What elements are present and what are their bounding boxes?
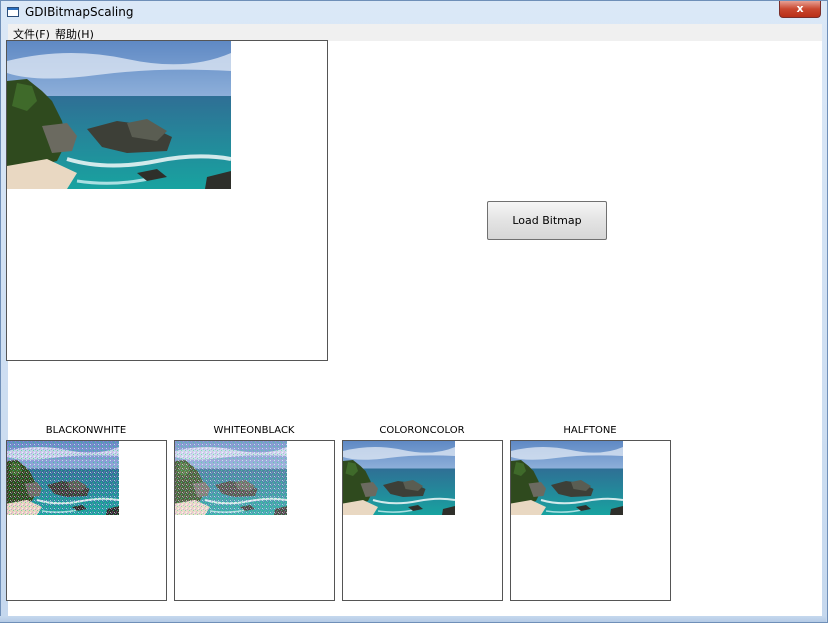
window-bottom-border [0, 616, 826, 622]
blackonwhite-bitmap [7, 441, 119, 515]
label-halftone: HALFTONE [563, 425, 617, 436]
original-bitmap-frame [6, 40, 328, 361]
close-icon: x [796, 2, 804, 15]
whiteonblack-frame [174, 440, 335, 601]
blackonwhite-frame [6, 440, 167, 601]
label-coloroncolor: COLORONCOLOR [379, 425, 465, 436]
whiteonblack-bitmap [175, 441, 287, 515]
label-blackonwhite: BLACKONWHITE [45, 425, 127, 436]
window-title: GDIBitmapScaling [25, 5, 134, 19]
coloroncolor-frame [342, 440, 503, 601]
window-icon [7, 7, 19, 17]
close-button[interactable]: x [779, 1, 821, 18]
coloroncolor-bitmap [343, 441, 455, 515]
title-bar[interactable]: GDIBitmapScaling x [1, 1, 827, 24]
load-bitmap-button[interactable]: Load Bitmap [487, 201, 607, 240]
label-whiteonblack: WHITEONBLACK [213, 425, 295, 436]
halftone-frame [510, 440, 671, 601]
halftone-bitmap [511, 441, 623, 515]
original-bitmap [7, 41, 231, 189]
